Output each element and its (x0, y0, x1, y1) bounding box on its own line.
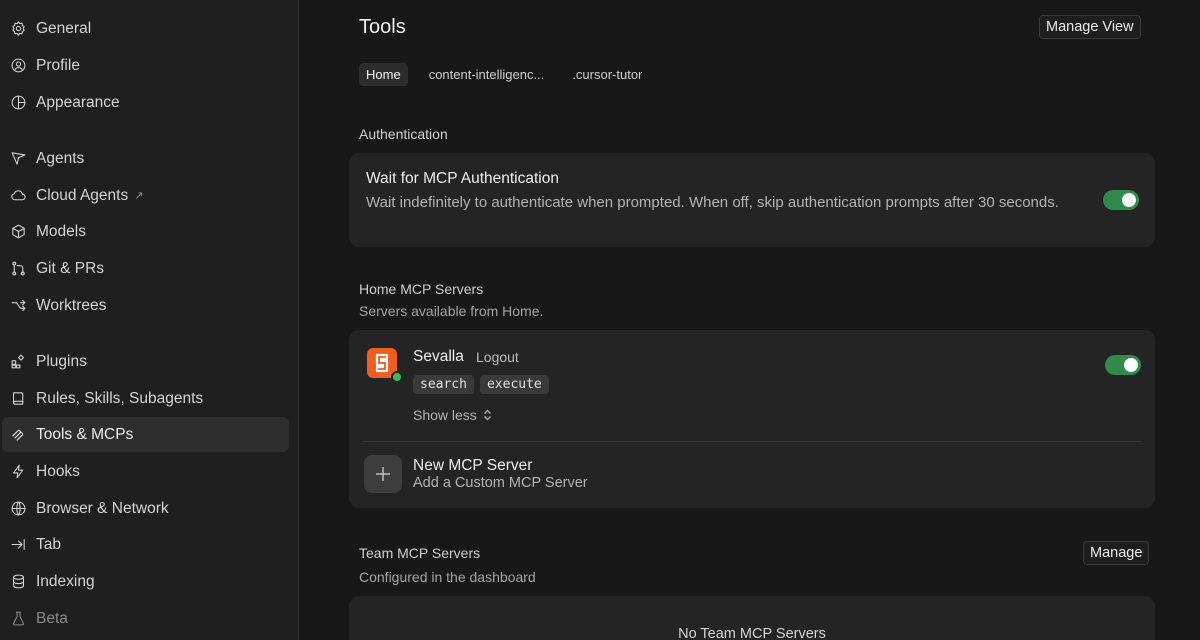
sidebar-item-agents[interactable]: Agents (2, 141, 289, 176)
home-servers-section-sub: Servers available from Home. (359, 303, 544, 319)
sidebar-item-label: Beta (36, 609, 68, 627)
send-arrow-icon (9, 150, 27, 168)
sevalla-toggle[interactable] (1105, 355, 1141, 375)
auth-setting-title: Wait for MCP Authentication (366, 170, 559, 187)
tools-icon (9, 426, 27, 444)
sidebar-item-label: Cloud Agents (36, 186, 129, 204)
sidebar-item-hooks[interactable]: Hooks (2, 454, 289, 489)
book-icon (9, 390, 27, 408)
show-less-label: Show less (413, 407, 477, 423)
sidebar-item-label: Profile (36, 56, 80, 74)
cube-icon (9, 223, 27, 241)
sidebar-item-tab[interactable]: Tab (2, 527, 289, 562)
git-branch-icon (9, 260, 27, 278)
plugin-icon (9, 353, 27, 371)
flask-icon (9, 610, 27, 628)
manage-view-button[interactable]: Manage View (1039, 15, 1141, 39)
page-title: Tools (359, 16, 406, 38)
sidebar-item-label: Git & PRs (36, 259, 105, 277)
sidebar-item-worktrees[interactable]: Worktrees (2, 288, 289, 323)
main-content: Tools Manage View Home content-intellige… (300, 0, 1200, 640)
auth-setting-description: Wait indefinitely to authenticate when p… (366, 194, 1059, 211)
show-less-toggle[interactable]: Show less (413, 407, 492, 423)
sidebar-item-label: Tools & MCPs (36, 425, 134, 443)
empty-state-label: No Team MCP Servers (678, 626, 826, 640)
sidebar-item-models[interactable]: Models (2, 214, 289, 249)
sidebar-item-label: Rules, Skills, Subagents (36, 389, 204, 407)
team-servers-section-sub: Configured in the dashboard (359, 569, 536, 585)
sidebar: General Profile Appearance Agents Cloud … (0, 0, 299, 640)
sidebar-item-label: Plugins (36, 352, 87, 370)
sidebar-item-label: Agents (36, 149, 85, 167)
sidebar-item-label: Browser & Network (36, 499, 169, 517)
new-server-title[interactable]: New MCP Server (413, 457, 532, 475)
sidebar-item-git-prs[interactable]: Git & PRs (2, 251, 289, 286)
cloud-icon (9, 187, 27, 205)
divider (363, 441, 1141, 442)
sevalla-glyph-icon (375, 353, 389, 373)
sidebar-item-label: Models (36, 222, 86, 240)
team-servers-card: No Team MCP Servers (349, 596, 1155, 640)
external-link-icon: ↗ (134, 190, 144, 202)
manage-team-button[interactable]: Manage (1083, 541, 1150, 565)
logout-link[interactable]: Logout (476, 349, 519, 365)
sidebar-item-label: Tab (36, 535, 61, 553)
sidebar-item-label: General (36, 19, 92, 37)
team-servers-section-label: Team MCP Servers (359, 545, 481, 561)
globe-icon (9, 500, 27, 518)
sidebar-item-label: Appearance (36, 93, 120, 111)
tab-home[interactable]: Home (359, 63, 408, 86)
status-dot (391, 371, 403, 383)
tab-content-intelligence[interactable]: content-intelligenc... (422, 63, 552, 86)
home-servers-card: Sevalla Logout search execute Show less … (349, 330, 1155, 508)
sidebar-item-plugins[interactable]: Plugins (2, 344, 289, 379)
home-servers-section-label: Home MCP Servers (359, 281, 484, 297)
gear-icon (9, 20, 27, 38)
toggle-knob (1122, 193, 1136, 207)
server-name: Sevalla (413, 348, 464, 365)
sidebar-item-beta[interactable]: Beta (2, 601, 289, 636)
palette-icon (9, 94, 27, 112)
sidebar-item-label: Indexing (36, 572, 95, 590)
tab-cursor-tutor[interactable]: .cursor-tutor (565, 63, 649, 86)
tool-chip-search[interactable]: search (413, 375, 474, 394)
authentication-section-label: Authentication (359, 126, 448, 142)
sidebar-item-rules-skills[interactable]: Rules, Skills, Subagents (2, 381, 289, 416)
tool-chip-execute[interactable]: execute (479, 375, 549, 394)
tab-arrow-icon (9, 536, 27, 554)
plus-icon[interactable] (364, 455, 402, 493)
sidebar-item-appearance[interactable]: Appearance (2, 85, 289, 120)
sidebar-item-browser-network[interactable]: Browser & Network (2, 491, 289, 526)
sidebar-item-profile[interactable]: Profile (2, 48, 289, 83)
sidebar-item-indexing[interactable]: Indexing (2, 564, 289, 599)
workspace-tabs: Home content-intelligenc... .cursor-tuto… (359, 63, 649, 86)
sidebar-item-tools-mcps[interactable]: Tools & MCPs (2, 417, 289, 452)
user-circle-icon (9, 57, 27, 75)
sidebar-item-label: Hooks (36, 462, 80, 480)
new-server-subtitle: Add a Custom MCP Server (413, 475, 588, 491)
worktree-icon (9, 297, 27, 315)
sidebar-item-cloud-agents[interactable]: Cloud Agents ↗ (2, 178, 289, 213)
authentication-card: Wait for MCP Authentication Wait indefin… (349, 153, 1155, 247)
sidebar-item-label: Worktrees (36, 296, 107, 314)
tool-chips: search execute (413, 375, 549, 394)
toggle-knob (1124, 358, 1138, 372)
bolt-icon (9, 463, 27, 481)
sidebar-item-general[interactable]: General (2, 11, 289, 46)
chevron-up-down-icon (483, 409, 491, 421)
auth-toggle[interactable] (1103, 190, 1139, 210)
database-icon (9, 573, 27, 591)
